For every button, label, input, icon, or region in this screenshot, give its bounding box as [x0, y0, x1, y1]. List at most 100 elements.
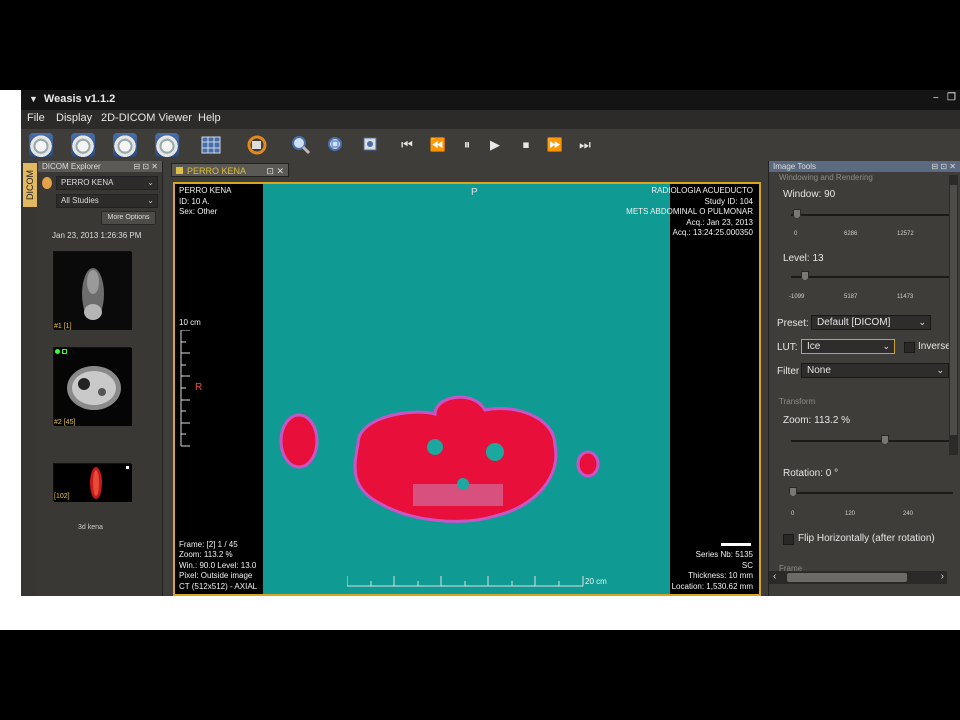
play-icon[interactable]: ▶: [483, 133, 507, 157]
window-menu-icon[interactable]: ▼: [29, 94, 38, 104]
zoom-slider-thumb[interactable]: [881, 435, 889, 445]
acquisition-time: Acq.: 13:24:25.000350: [672, 228, 753, 237]
level-tick: 5187: [844, 294, 858, 300]
stop-icon[interactable]: ⏹: [514, 133, 538, 157]
zoom-icon[interactable]: [289, 133, 313, 157]
institution-name: RADIOLOGIA ACUEDUCTO: [651, 186, 753, 195]
rotation-slider[interactable]: [791, 492, 953, 494]
patient-sex: Sex: Other: [179, 207, 218, 216]
panel-controls-icon[interactable]: ⊟ ⊡ ✕: [133, 161, 158, 172]
previous-frame-icon[interactable]: ⏪: [426, 133, 450, 157]
window-level-info: Win.: 90.0 Level: 13.0: [179, 560, 257, 570]
overlay-top-right: RADIOLOGIA ACUEDUCTO Study ID: 104 METS …: [626, 186, 753, 239]
dicom-dock-tab[interactable]: DICOM: [23, 163, 37, 207]
patient-select[interactable]: PERRO KENA ⌄: [56, 176, 158, 190]
selected-dot-icon: [55, 349, 60, 354]
viewer-tab[interactable]: PERRO KENA ⊡ ✕: [171, 163, 289, 177]
chevron-down-icon: ⌄: [918, 317, 926, 327]
vertical-scrollbar-thumb[interactable]: [950, 185, 957, 435]
sync-icon[interactable]: [245, 133, 269, 157]
chevron-down-icon: ⌄: [936, 365, 944, 375]
open-dicom-cd-icon[interactable]: [113, 133, 137, 157]
studies-select[interactable]: All Studies ⌄: [56, 194, 158, 208]
zoom-fit-icon[interactable]: [324, 133, 348, 157]
series-thumbnail-1[interactable]: [53, 251, 132, 330]
minimize-icon[interactable]: –: [933, 92, 939, 103]
flip-horizontal-label: Flip Horizontally (after rotation): [798, 533, 935, 544]
tab-close-icon[interactable]: ⊡ ✕: [266, 164, 284, 178]
app-title: Weasis v1.1.2: [43, 93, 116, 105]
frame-info: Frame: [2] 1 / 45: [179, 539, 238, 549]
window-slider-thumb[interactable]: [793, 209, 801, 219]
menu-bar: File Display 2D-DICOM Viewer Help: [21, 110, 960, 129]
series-modality: SC: [741, 560, 753, 570]
menu-file[interactable]: File: [27, 112, 45, 124]
orientation-top-marker: P: [471, 187, 478, 198]
thumbnail-1-label: #1 [1]: [54, 323, 72, 330]
first-frame-icon[interactable]: ⏮: [395, 133, 419, 157]
horizontal-scale-ruler: [347, 576, 584, 587]
thumbnail-2-label: #2 [45]: [54, 419, 76, 426]
filter-select[interactable]: None ⌄: [801, 363, 949, 378]
windowing-section-title: Windowing and Rendering: [779, 173, 873, 182]
image-tools-header: Image Tools ⊟ ⊡ ✕: [769, 161, 960, 172]
next-frame-icon[interactable]: ⏩: [543, 133, 567, 157]
menu-display[interactable]: Display: [56, 112, 92, 124]
pause-icon[interactable]: ⏸: [455, 133, 479, 157]
rotation-tick: 0: [791, 511, 795, 517]
series-thumbnail-2[interactable]: [53, 347, 132, 426]
horizontal-scrollbar[interactable]: ‹ ›: [769, 571, 947, 584]
viewer-tab-icon: [176, 167, 183, 174]
study-id: Study ID: 104: [704, 196, 753, 206]
filter-label: Filter: [777, 366, 800, 377]
rotation-slider-thumb[interactable]: [789, 487, 797, 497]
window-label: Window: 90: [783, 189, 836, 200]
patient-select-value: PERRO KENA: [61, 178, 114, 187]
overlay-bottom-left: Frame: [2] 1 / 45 Zoom: 113.2 % Win.: 90…: [179, 540, 257, 593]
scroll-left-icon[interactable]: ‹: [773, 571, 776, 582]
more-options-button[interactable]: More Options: [101, 211, 156, 225]
lut-select[interactable]: Ice ⌄: [801, 339, 895, 354]
scroll-right-icon[interactable]: ›: [941, 571, 944, 582]
image-tools-panel: Image Tools ⊟ ⊡ ✕ Windowing and Renderin…: [768, 161, 960, 596]
image-viewport[interactable]: P R PERRO KENA ID: 10 A. Sex: Other RADI…: [173, 182, 761, 596]
vertical-scrollbar[interactable]: [949, 175, 958, 455]
letterbox-top: [0, 0, 960, 90]
preset-label: Preset:: [777, 318, 809, 329]
lut-bar: [721, 543, 751, 546]
overlay-top-left: PERRO KENA ID: 10 A. Sex: Other: [179, 186, 231, 218]
flip-horizontal-checkbox[interactable]: [783, 534, 794, 545]
preset-select[interactable]: Default [DICOM] ⌄: [811, 315, 931, 330]
menu-2d-dicom-viewer[interactable]: 2D-DICOM Viewer: [101, 112, 192, 124]
ct-image-area: [263, 184, 670, 594]
level-slider[interactable]: [791, 276, 953, 278]
zoom-slider[interactable]: [791, 440, 953, 442]
window-tick: 0: [794, 231, 798, 237]
transform-section-title: Transform: [779, 397, 816, 406]
last-frame-icon[interactable]: ⏭: [573, 133, 597, 157]
vertical-scale-ruler: [180, 330, 190, 447]
horizontal-scrollbar-thumb[interactable]: [787, 573, 907, 582]
panel-controls-icon[interactable]: ⊟ ⊡ ✕: [931, 161, 956, 172]
pixel-info: Pixel: Outside image: [179, 571, 253, 580]
inverse-label: Inverse: [918, 341, 951, 352]
left-dock-strip: [21, 163, 38, 596]
measure-icon[interactable]: [358, 133, 382, 157]
preset-select-value: Default [DICOM]: [817, 317, 891, 328]
weasis-window: ▼ Weasis v1.1.2 – ❐ File Display 2D-DICOM…: [21, 90, 960, 596]
inverse-checkbox[interactable]: [904, 342, 915, 353]
open-dicom-cd-icon[interactable]: [71, 133, 95, 157]
selected-square-icon: [62, 349, 67, 354]
window-slider[interactable]: [791, 214, 953, 216]
level-slider-thumb[interactable]: [801, 271, 809, 281]
series-number: Series Nb: 5135: [695, 550, 753, 559]
acquisition-date: Acq.: Jan 23, 2013: [686, 217, 753, 227]
open-dicom-cd-icon[interactable]: [155, 133, 179, 157]
rotation-tick: 120: [845, 511, 856, 517]
restore-icon[interactable]: ❐: [947, 92, 956, 103]
menu-help[interactable]: Help: [198, 112, 221, 124]
open-dicom-cd-icon[interactable]: [29, 133, 53, 157]
layout-grid-icon[interactable]: [199, 133, 223, 157]
level-tick: 11473: [897, 294, 914, 300]
ct-body-overlay: [279, 395, 600, 523]
